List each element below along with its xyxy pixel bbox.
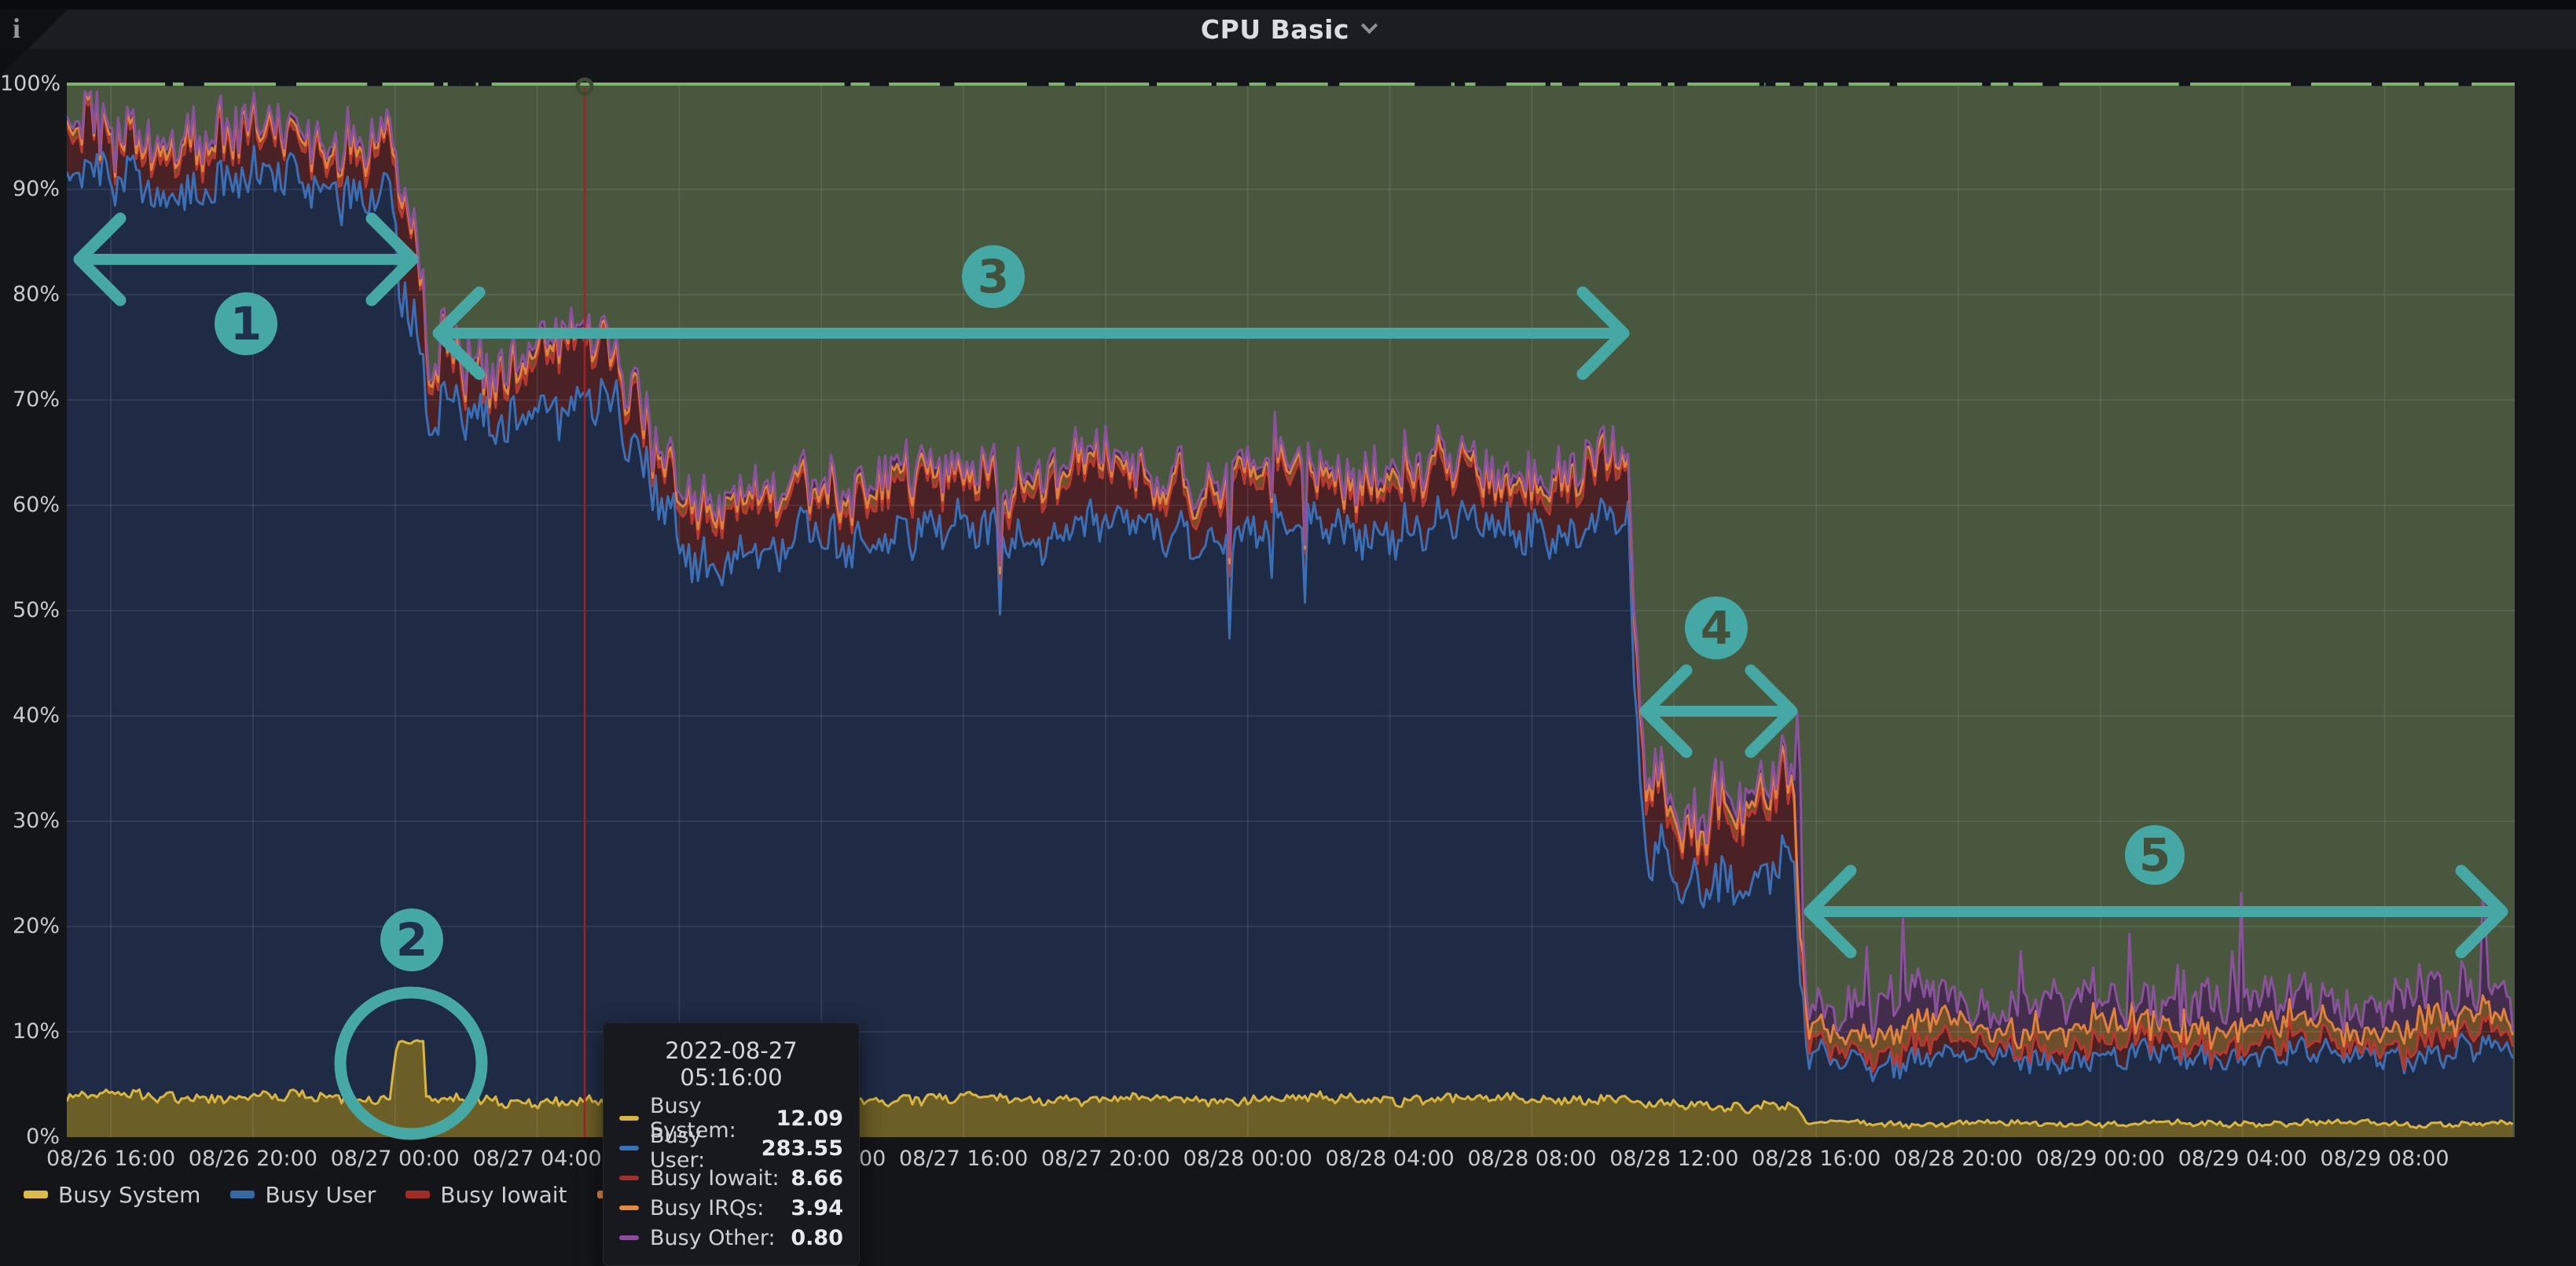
x-tick-label: 08/27 20:00	[1035, 1147, 1176, 1171]
tooltip-row: Busy IRQs: 3.94	[619, 1193, 843, 1223]
x-tick-label: 08/28 00:00	[1177, 1147, 1319, 1171]
x-tick-label: 08/26 20:00	[182, 1147, 324, 1171]
y-tick-label: 40%	[0, 703, 60, 728]
y-tick-label: 10%	[0, 1019, 60, 1044]
tooltip-series-value: 8.66	[791, 1166, 843, 1191]
tooltip-row: Busy Other: 0.80	[619, 1223, 843, 1253]
legend-item[interactable]: Busy Iowait	[405, 1182, 567, 1208]
y-tick-label: 30%	[0, 809, 60, 833]
tooltip-rows: Busy System:12.09Busy User:283.55Busy Io…	[619, 1103, 843, 1253]
y-tick-label: 100%	[0, 72, 60, 96]
tooltip-series-label: Busy Iowait:	[650, 1166, 780, 1191]
x-tick-label: 08/28 16:00	[1745, 1147, 1887, 1171]
hover-tooltip: 2022-08-27 05:16:00 Busy System:12.09Bus…	[603, 1022, 860, 1266]
y-tick-label: 90%	[0, 177, 60, 201]
x-tick-label: 08/28 04:00	[1319, 1147, 1461, 1171]
svg-text:3: 3	[978, 250, 1009, 303]
legend-label: Busy User	[265, 1182, 376, 1208]
tooltip-series-swatch	[619, 1235, 639, 1240]
legend-swatch	[24, 1191, 48, 1198]
tooltip-series-swatch	[619, 1116, 639, 1121]
legend-swatch	[230, 1191, 255, 1198]
x-tick-label: 08/27 00:00	[325, 1147, 466, 1171]
svg-text:2: 2	[396, 913, 427, 967]
legend-item[interactable]: Busy System	[24, 1182, 200, 1208]
y-tick-label: 0%	[0, 1125, 60, 1149]
y-tick-label: 80%	[0, 282, 60, 306]
legend-swatch	[405, 1191, 430, 1198]
tooltip-series-swatch	[619, 1176, 639, 1180]
x-tick-label: 08/29 08:00	[2314, 1147, 2456, 1171]
tooltip-row: Busy Iowait: 8.66	[619, 1163, 843, 1193]
y-tick-label: 60%	[0, 493, 60, 517]
y-tick-label: 70%	[0, 387, 60, 412]
x-tick-label: 08/28 12:00	[1603, 1147, 1745, 1171]
tooltip-timestamp: 2022-08-27 05:16:00	[619, 1037, 843, 1091]
legend-item[interactable]: Busy User	[230, 1182, 376, 1208]
x-tick-label: 08/28 20:00	[1888, 1147, 2029, 1171]
tooltip-series-value: 0.80	[791, 1226, 843, 1250]
svg-text:4: 4	[1701, 601, 1732, 655]
legend-label: Busy System	[58, 1182, 200, 1208]
tooltip-series-label: Busy IRQs:	[650, 1196, 764, 1220]
tooltip-series-value: 283.55	[761, 1136, 843, 1161]
x-tick-label: 08/27 16:00	[893, 1147, 1034, 1171]
tooltip-series-swatch	[619, 1146, 639, 1150]
svg-text:1: 1	[230, 297, 262, 350]
tooltip-series-swatch	[619, 1205, 639, 1210]
x-tick-label: 08/29 00:00	[2030, 1147, 2171, 1171]
svg-text:5: 5	[2139, 828, 2171, 882]
y-tick-label: 50%	[0, 598, 60, 622]
x-tick-label: 08/27 04:00	[467, 1147, 608, 1171]
tooltip-series-label: Busy Other:	[650, 1226, 776, 1250]
x-tick-label: 08/26 16:00	[40, 1147, 182, 1171]
tooltip-row: Busy User:283.55	[619, 1133, 843, 1163]
legend-label: Busy Iowait	[440, 1182, 567, 1208]
tooltip-series-value: 3.94	[791, 1196, 843, 1220]
y-tick-label: 20%	[0, 914, 60, 938]
tooltip-series-value: 12.09	[776, 1106, 843, 1131]
x-tick-label: 08/28 08:00	[1461, 1147, 1602, 1171]
cpu-usage-chart[interactable]: 1 2 3 4 5	[0, 0, 2576, 1212]
x-tick-label: 08/29 04:00	[2172, 1147, 2314, 1171]
